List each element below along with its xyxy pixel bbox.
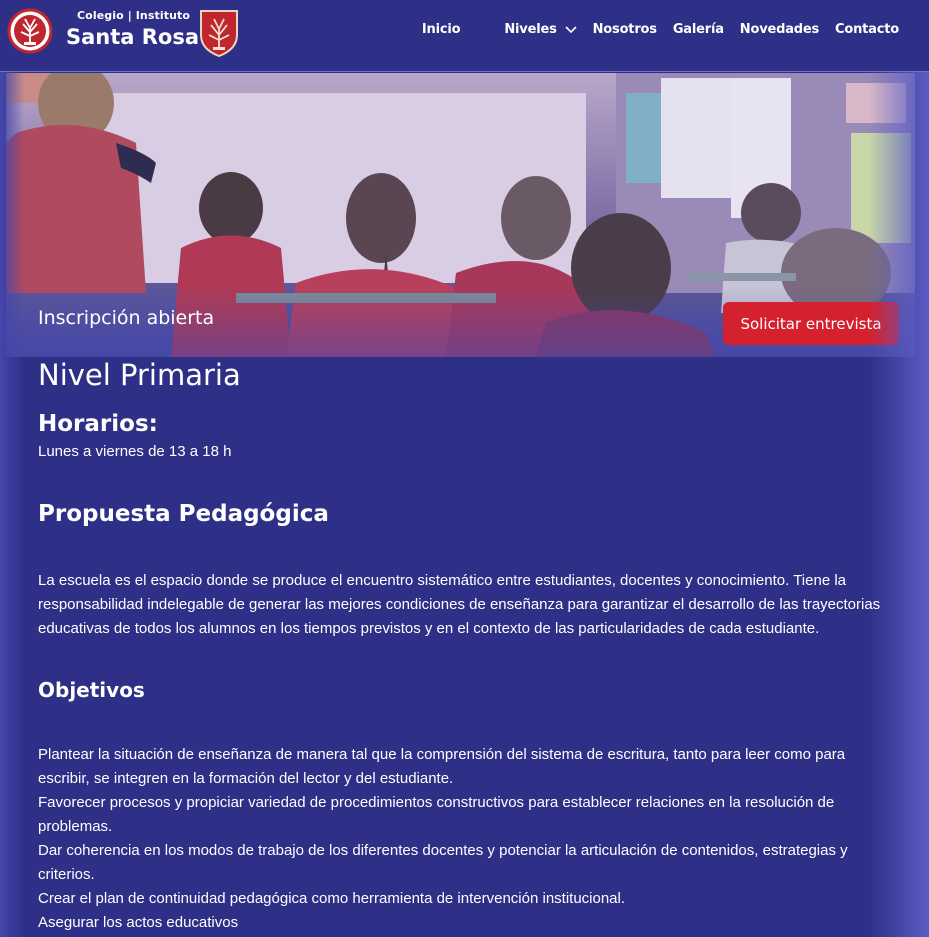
brand-title: Santa Rosa	[66, 25, 200, 49]
brand-name[interactable]: Colegio | Instituto Santa Rosa	[66, 9, 199, 49]
nav-inicio[interactable]: Inicio	[422, 22, 461, 37]
nav-niveles[interactable]: Niveles	[504, 22, 577, 37]
objective-item: Asegurar los actos educativos	[38, 914, 239, 931]
chevron-down-icon	[565, 25, 577, 33]
request-interview-button[interactable]: Solicitar entrevista	[723, 302, 899, 345]
brand-subtitle: Colegio | Instituto	[77, 9, 191, 22]
nav-galeria[interactable]: Galería	[673, 22, 724, 37]
proposal-heading: Propuesta Pedagógica	[38, 501, 329, 527]
objectives-list: Plantear la situación de enseñanza de ma…	[38, 743, 888, 935]
crest-icon	[197, 7, 241, 58]
hours-heading: Horarios:	[38, 411, 158, 437]
objective-item: Plantear la situación de enseñanza de ma…	[38, 746, 846, 787]
page-title: Nivel Primaria	[38, 358, 241, 392]
nav-nosotros[interactable]: Nosotros	[593, 22, 657, 37]
school-logo-icon[interactable]	[7, 8, 53, 54]
objective-item: Dar coherencia en los modos de trabajo d…	[38, 842, 848, 883]
site-header: Colegio | Instituto Santa Rosa Inicio Ni…	[0, 0, 929, 72]
main-nav: Inicio Niveles Nosotros Galería Novedade…	[406, 22, 899, 37]
nav-niveles-label: Niveles	[504, 22, 557, 37]
hero-banner: Inscripción abierta Solicitar entrevista	[6, 73, 915, 357]
proposal-text: La escuela es el espacio donde se produc…	[38, 572, 881, 637]
hours-text: Lunes a viernes de 13 a 18 h	[38, 443, 232, 460]
nav-novedades[interactable]: Novedades	[740, 22, 819, 37]
enrollment-caption: Inscripción abierta	[38, 307, 215, 329]
main-content: Nivel Primaria Horarios: Lunes a viernes…	[38, 357, 888, 935]
objective-item: Favorecer procesos y propiciar variedad …	[38, 794, 835, 835]
objective-item: Crear el plan de continuidad pedagógica …	[38, 890, 626, 907]
nav-contacto[interactable]: Contacto	[835, 22, 899, 37]
objectives-heading: Objetivos	[38, 678, 145, 702]
